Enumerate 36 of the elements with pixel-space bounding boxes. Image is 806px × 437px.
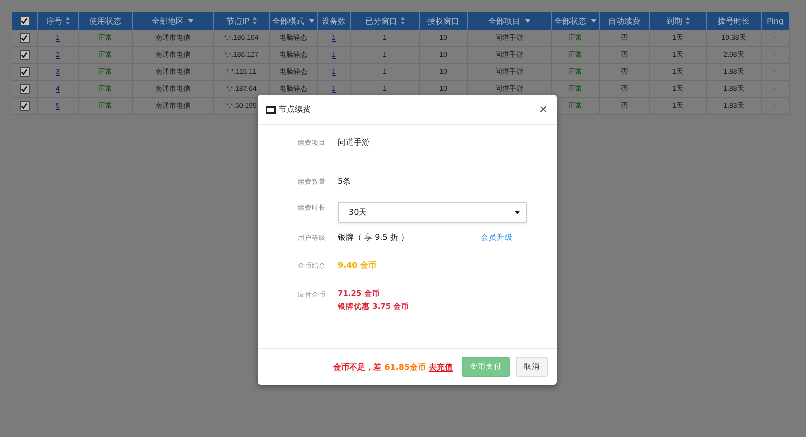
column-header: 拨号时长: [718, 16, 750, 26]
column-header: Ping: [766, 16, 784, 26]
column-header: 设备数: [322, 16, 346, 26]
coin-balance: 9.40 金币: [338, 260, 377, 271]
column-header[interactable]: 全部项目: [488, 16, 520, 26]
column-header: 授权窗口: [428, 16, 460, 26]
sort-icon[interactable]: [400, 17, 404, 25]
column-header[interactable]: 序号: [46, 16, 62, 26]
sort-icon[interactable]: [686, 17, 690, 25]
shortfall-amount: 61.85金币: [384, 362, 426, 372]
insufficient-warning: 金币不足，差: [334, 362, 382, 372]
column-header[interactable]: 已分窗口: [366, 16, 398, 26]
field-value: 问道手游: [338, 137, 370, 148]
row-checkbox[interactable]: [20, 101, 30, 111]
dialog-title: 节点续费: [279, 104, 312, 115]
column-header[interactable]: 全部模式: [272, 16, 304, 26]
row-checkbox[interactable]: [20, 50, 30, 60]
field-value: 5条: [338, 176, 352, 187]
duration-select[interactable]: 30天: [338, 202, 527, 223]
sort-icon[interactable]: [66, 17, 70, 25]
column-header: 自动续费: [608, 16, 640, 26]
sort-icon[interactable]: [252, 17, 257, 25]
close-icon[interactable]: [540, 106, 547, 113]
column-header[interactable]: 节点IP: [226, 16, 250, 26]
column-header[interactable]: 全部地区: [152, 16, 184, 26]
select-all-checkbox[interactable]: [20, 16, 30, 26]
recharge-link[interactable]: 去充值: [429, 362, 453, 372]
user-level: 银牌（ 享 9.5 折 ）: [338, 232, 409, 243]
row-checkbox[interactable]: [20, 67, 30, 77]
column-header: 使用状态: [90, 16, 122, 26]
row-checkbox[interactable]: [20, 84, 30, 94]
column-header[interactable]: 全部状态: [554, 16, 586, 26]
caret-icon[interactable]: [515, 210, 520, 214]
column-header[interactable]: 到期: [666, 16, 682, 26]
window-icon: [266, 106, 276, 114]
row-checkbox[interactable]: [20, 33, 30, 43]
